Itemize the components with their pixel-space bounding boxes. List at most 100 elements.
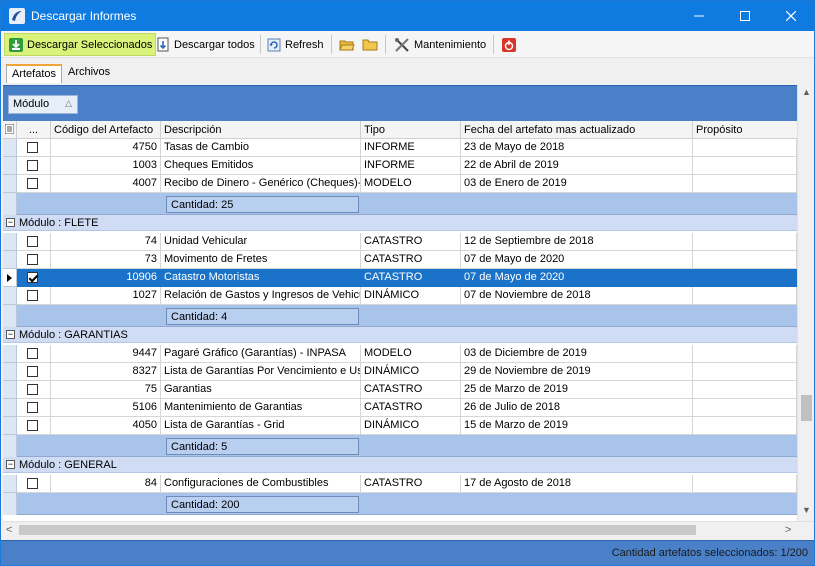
folder-button[interactable] [359,33,381,56]
cell-select[interactable] [17,475,51,493]
row-indicator[interactable] [3,345,17,363]
row-indicator[interactable] [3,363,17,381]
cell-description[interactable]: Recibo de Dinero - Genérico (Cheques)-D [161,175,361,193]
cell-type[interactable]: CATASTRO [361,251,461,269]
cell-code[interactable]: 4750 [51,139,161,157]
cell-date[interactable]: 22 de Abril de 2019 [461,157,693,175]
collapse-group-icon[interactable]: − [6,460,15,469]
cell-date[interactable]: 29 de Noviembre de 2019 [461,363,693,381]
cell-type[interactable]: DINÁMICO [361,287,461,305]
cell-select[interactable] [17,417,51,435]
column-header-date[interactable]: Fecha del artefato mas actualizado [461,121,693,139]
table-row[interactable]: 73 Movimento de Fretes CATASTRO 07 de Mayo … [3,251,797,269]
collapse-group-icon[interactable]: − [6,218,15,227]
row-indicator[interactable] [3,399,17,417]
scroll-up-icon[interactable]: ▲ [798,87,815,101]
cell-purpose[interactable] [693,287,797,305]
cell-date[interactable]: 12 de Septiembre de 2018 [461,233,693,251]
cell-date[interactable]: 25 de Marzo de 2019 [461,381,693,399]
cell-type[interactable]: DINÁMICO [361,363,461,381]
group-row[interactable]: − Módulo : FLETE [3,215,797,231]
cell-description[interactable]: Tasas de Cambio [161,139,361,157]
tab-artefatos[interactable]: Artefatos [6,64,63,83]
cell-code[interactable]: 4050 [51,417,161,435]
tab-archivos[interactable]: Archivos [63,64,115,83]
row-indicator[interactable] [3,157,17,175]
cell-date[interactable]: 15 de Marzo de 2019 [461,417,693,435]
cell-date[interactable]: 07 de Mayo de 2020 [461,269,693,287]
cell-select[interactable] [17,175,51,193]
table-row[interactable]: 75 Garantias CATASTRO 25 de Marzo de 2019 [3,381,797,399]
row-indicator[interactable] [3,233,17,251]
cell-purpose[interactable] [693,417,797,435]
cell-description[interactable]: Movimento de Fretes [161,251,361,269]
cell-type[interactable]: CATASTRO [361,269,461,287]
cell-select[interactable] [17,363,51,381]
cell-description[interactable]: Pagaré Gráfico (Garantías) - INPASA [161,345,361,363]
cell-type[interactable]: MODELO [361,175,461,193]
cell-select[interactable] [17,157,51,175]
group-row[interactable]: − Módulo : GENERAL [3,457,797,473]
cell-purpose[interactable] [693,475,797,493]
table-row[interactable]: 5106 Mantenimiento de Garantias CATASTRO 26… [3,399,797,417]
cell-purpose[interactable] [693,139,797,157]
download-all-button[interactable]: Descargar todos [152,33,258,56]
row-indicator[interactable] [3,251,17,269]
minimize-button[interactable] [676,1,722,31]
cell-date[interactable]: 07 de Noviembre de 2018 [461,287,693,305]
column-header-select[interactable]: ... [17,121,51,139]
cell-description[interactable]: Catastro Motoristas [161,269,361,287]
cell-select[interactable] [17,381,51,399]
row-checkbox[interactable] [27,272,38,283]
row-indicator[interactable] [3,381,17,399]
cell-select[interactable] [17,345,51,363]
vertical-scroll-thumb[interactable] [801,395,812,421]
row-checkbox[interactable] [27,142,38,153]
cell-type[interactable]: MODELO [361,345,461,363]
cell-date[interactable]: 26 de Julio de 2018 [461,399,693,417]
row-indicator[interactable] [3,139,17,157]
cell-select[interactable] [17,287,51,305]
cell-purpose[interactable] [693,269,797,287]
row-checkbox[interactable] [27,402,38,413]
column-header-type[interactable]: Tipo [361,121,461,139]
group-row[interactable]: − Módulo : GARANTIAS [3,327,797,343]
cell-purpose[interactable] [693,157,797,175]
cell-code[interactable]: 4007 [51,175,161,193]
close-button[interactable] [768,1,814,31]
cell-description[interactable]: Lista de Garantías - Grid [161,417,361,435]
cell-code[interactable]: 10906 [51,269,161,287]
cell-code[interactable]: 74 [51,233,161,251]
cell-purpose[interactable] [693,233,797,251]
table-row[interactable]: 1003 Cheques Emitidos INFORME 22 de Abril d… [3,157,797,175]
row-indicator[interactable] [3,269,17,287]
row-checkbox[interactable] [27,366,38,377]
cell-purpose[interactable] [693,345,797,363]
horizontal-scrollbar[interactable]: < > [3,521,814,537]
table-row[interactable]: 4050 Lista de Garantías - Grid DINÁMICO 15 … [3,417,797,435]
cell-description[interactable]: Unidad Vehicular [161,233,361,251]
row-indicator[interactable] [3,417,17,435]
table-row[interactable]: 74 Unidad Vehicular CATASTRO 12 de Septiemb… [3,233,797,251]
cell-type[interactable]: CATASTRO [361,381,461,399]
maintenance-button[interactable]: Mantenimiento [390,33,489,56]
cell-select[interactable] [17,269,51,287]
group-by-module-chip[interactable]: Módulo △ [8,95,78,114]
title-bar[interactable]: Descargar Informes [1,1,814,31]
row-checkbox[interactable] [27,384,38,395]
cell-purpose[interactable] [693,363,797,381]
row-indicator[interactable] [3,175,17,193]
cell-select[interactable] [17,233,51,251]
download-selected-button[interactable]: Descargar Seleccionados [4,33,157,56]
cell-select[interactable] [17,251,51,269]
row-checkbox[interactable] [27,348,38,359]
cell-type[interactable]: INFORME [361,157,461,175]
column-header-description[interactable]: Descripción [161,121,361,139]
column-header-code[interactable]: Código del Artefacto [51,121,161,139]
cell-description[interactable]: Cheques Emitidos [161,157,361,175]
row-checkbox[interactable] [27,178,38,189]
table-row[interactable]: 8327 Lista de Garantías Por Vencimiento e… [3,363,797,381]
cell-purpose[interactable] [693,381,797,399]
row-indicator[interactable] [3,287,17,305]
cell-type[interactable]: CATASTRO [361,233,461,251]
